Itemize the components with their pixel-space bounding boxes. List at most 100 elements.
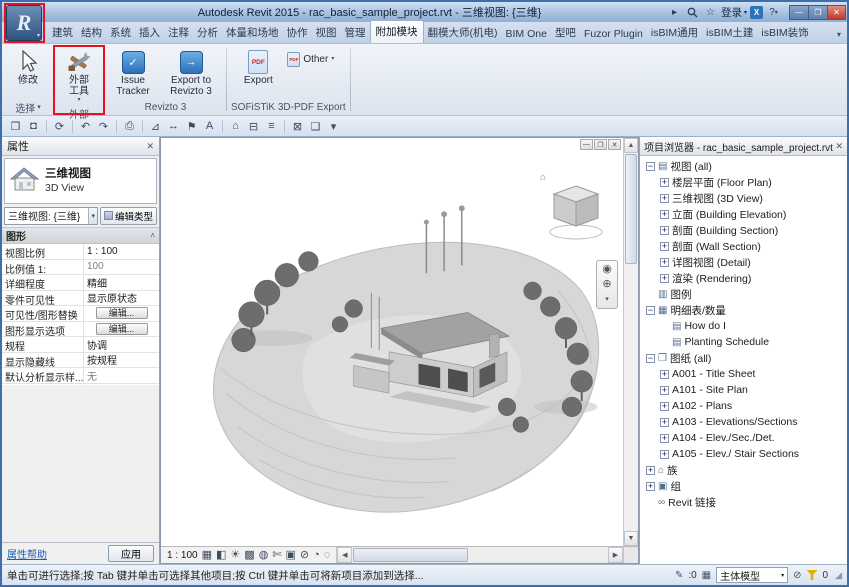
tab-分析[interactable]: 分析 <box>193 21 222 43</box>
browser-item[interactable]: +▣组 <box>640 478 847 494</box>
browser-item[interactable]: +⌂族 <box>640 462 847 478</box>
tree-expander[interactable]: + <box>660 402 669 411</box>
other-button[interactable]: PDF Other ▾ <box>282 49 339 69</box>
redo-icon[interactable]: ↷ <box>95 118 112 135</box>
ribbon-collapse-icon[interactable]: ▾ <box>831 30 847 43</box>
minimize-button[interactable]: — <box>789 5 808 20</box>
section-icon[interactable]: ⊟ <box>245 118 262 135</box>
vertical-scrollbar[interactable]: ▲ ▼ <box>623 138 638 546</box>
tree-expander[interactable]: + <box>660 434 669 443</box>
browser-item[interactable]: ▥图例 <box>640 286 847 302</box>
visual-style-icon[interactable]: ◧ <box>216 550 226 561</box>
scroll-up-icon[interactable]: ▲ <box>624 138 638 153</box>
tree-expander[interactable]: + <box>660 226 669 235</box>
tree-expander[interactable]: + <box>660 370 669 379</box>
browser-item[interactable]: +A001 - Title Sheet <box>640 366 847 382</box>
tree-expander[interactable]: + <box>646 466 655 475</box>
browser-item[interactable]: +A101 - Site Plan <box>640 382 847 398</box>
property-value[interactable]: 编辑... <box>84 322 159 337</box>
resize-grip[interactable]: ◢ <box>835 570 842 581</box>
shadows-icon[interactable]: ▩ <box>244 550 254 561</box>
tree-expander[interactable]: − <box>646 306 655 315</box>
switch-windows-icon[interactable]: ❏ <box>307 118 324 135</box>
temporary-hide-isolate-icon[interactable]: ◔ <box>313 550 320 561</box>
steering-wheel-icon[interactable]: ◉ <box>602 264 612 275</box>
close-button[interactable]: ✕ <box>827 5 846 20</box>
tab-附加模块[interactable]: 附加模块 <box>370 20 424 43</box>
scroll-left-icon[interactable]: ◀ <box>337 547 352 563</box>
tab-视图[interactable]: 视图 <box>312 21 341 43</box>
tree-expander[interactable]: − <box>646 162 655 171</box>
close-browser-icon[interactable]: ✕ <box>835 141 843 152</box>
browser-item[interactable]: +A103 - Elevations/Sections <box>640 414 847 430</box>
tab-isBIM装饰[interactable]: isBIM装饰 <box>757 21 812 43</box>
panel-title-select[interactable]: 选择▾ <box>7 100 49 114</box>
property-value[interactable]: 无 <box>84 368 159 383</box>
edit-button[interactable]: 编辑... <box>96 323 148 335</box>
browser-item[interactable]: −▦明细表/数量 <box>640 302 847 318</box>
sync-icon[interactable]: ⟳ <box>51 118 68 135</box>
browser-item[interactable]: +剖面 (Building Section) <box>640 222 847 238</box>
type-selector[interactable]: 三维视图 3D View <box>4 158 157 204</box>
properties-header[interactable]: 属性 ✕ <box>2 137 159 156</box>
drawing-area-3d-view[interactable]: — ❐ ✕ ⌂ ◉ ⊕ ▾ <box>161 138 638 546</box>
horizontal-scrollbar[interactable]: ◀ ▶ <box>336 547 623 563</box>
browser-item[interactable]: +楼层平面 (Floor Plan) <box>640 174 847 190</box>
close-hidden-windows-icon[interactable]: ⊠ <box>289 118 306 135</box>
reveal-hidden-elements-icon[interactable]: ◌ <box>324 550 331 561</box>
tab-isBIM土建[interactable]: isBIM土建 <box>702 21 757 43</box>
scroll-right-icon[interactable]: ▶ <box>608 547 623 563</box>
tree-expander[interactable]: + <box>660 258 669 267</box>
scroll-down-icon[interactable]: ▼ <box>624 531 638 546</box>
search-icon[interactable] <box>685 5 700 19</box>
tab-BIM One[interactable]: BIM One <box>502 24 551 43</box>
view-restore-button[interactable]: ❐ <box>594 139 607 150</box>
edit-button[interactable]: 编辑... <box>96 307 148 319</box>
horizontal-scroll-thumb[interactable] <box>353 548 468 562</box>
browser-item[interactable]: +三维视图 (3D View) <box>640 190 847 206</box>
help-icon[interactable]: ?▾ <box>766 5 781 19</box>
tree-expander[interactable]: + <box>660 178 669 187</box>
view-close-button[interactable]: ✕ <box>608 139 621 150</box>
collapse-section-icon[interactable]: ˄ <box>150 231 155 240</box>
default-3d-view-icon[interactable]: ⌂ <box>227 118 244 135</box>
property-value[interactable]: 精细 <box>84 275 159 290</box>
subscription-star-icon[interactable]: ☆ <box>703 5 718 19</box>
maximize-button[interactable]: ❐ <box>808 5 827 20</box>
browser-item[interactable]: +渲染 (Rendering) <box>640 270 847 286</box>
export-3d-pdf-button[interactable]: PDF Export <box>237 47 279 88</box>
browser-item[interactable]: +立面 (Building Elevation) <box>640 206 847 222</box>
exchange-apps-icon[interactable]: X <box>750 6 763 19</box>
tab-Fuzor Plugin[interactable]: Fuzor Plugin <box>580 24 647 43</box>
tab-结构[interactable]: 结构 <box>77 21 106 43</box>
zoom-icon[interactable]: ⊕ <box>602 279 611 290</box>
viewcube[interactable] <box>546 180 608 245</box>
signin-button[interactable]: 登录▾ <box>721 5 747 20</box>
tab-建筑[interactable]: 建筑 <box>48 21 77 43</box>
browser-item[interactable]: +A105 - Elev./ Stair Sections <box>640 446 847 462</box>
property-value[interactable]: 按规程 <box>84 353 159 368</box>
project-browser-header[interactable]: 项目浏览器 - rac_basic_sample_project.rvt ✕ <box>640 137 847 156</box>
tag-icon[interactable]: ⚑ <box>183 118 200 135</box>
view-scale-button[interactable]: 1 : 100 <box>167 550 198 561</box>
tab-体量和场地[interactable]: 体量和场地 <box>222 21 283 43</box>
tab-插入[interactable]: 插入 <box>135 21 164 43</box>
show-crop-region-icon[interactable]: ▣ <box>286 550 296 561</box>
view-minimize-button[interactable]: — <box>580 139 593 150</box>
thin-lines-icon[interactable]: ≡ <box>263 118 280 135</box>
tab-注释[interactable]: 注释 <box>164 21 193 43</box>
navbar-chevron-down-icon[interactable]: ▾ <box>605 294 609 305</box>
vertical-scroll-thumb[interactable] <box>625 154 637 264</box>
tree-expander[interactable]: + <box>660 242 669 251</box>
tree-expander[interactable]: + <box>660 194 669 203</box>
tab-系统[interactable]: 系统 <box>106 21 135 43</box>
tree-expander[interactable]: + <box>646 482 655 491</box>
tree-expander[interactable]: + <box>660 274 669 283</box>
worksets-icon[interactable]: ✎ <box>675 570 683 581</box>
tab-管理[interactable]: 管理 <box>341 21 370 43</box>
browser-item[interactable]: ▤How do I <box>640 318 847 334</box>
external-tools-button[interactable]: 外部工具 ▾ <box>58 47 100 106</box>
titlebar[interactable]: Autodesk Revit 2015 - rac_basic_sample_p… <box>2 2 847 22</box>
crop-view-icon[interactable]: ✄ <box>272 550 281 561</box>
browser-item[interactable]: −❐图纸 (all) <box>640 350 847 366</box>
